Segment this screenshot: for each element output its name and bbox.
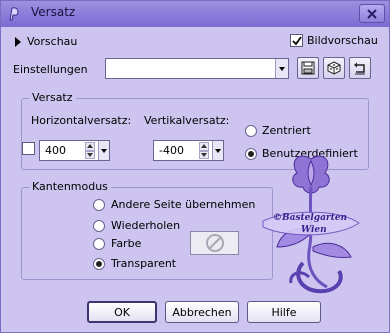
horizontal-offset-label: Horizontalversatz: <box>31 114 132 127</box>
save-preset-button[interactable] <box>297 57 319 79</box>
horizontal-offset-dropdown[interactable] <box>98 141 109 160</box>
image-preview-checkbox[interactable] <box>290 34 303 47</box>
settings-dropdown-button[interactable] <box>275 59 288 78</box>
title-bar[interactable]: Versatz <box>1 1 389 27</box>
vertical-offset-stepper[interactable]: -400 <box>153 140 224 161</box>
vertical-spin-buttons[interactable] <box>199 142 209 159</box>
reset-arrow-icon <box>354 62 365 75</box>
app-icon <box>9 7 19 21</box>
settings-label: Einstellungen <box>13 63 88 76</box>
radio-centered-label: Zentriert <box>262 124 311 137</box>
horizontal-offset-stepper[interactable]: 400 <box>39 140 110 161</box>
radio-edge-wrap-button[interactable] <box>93 198 105 211</box>
radio-edge-transparent[interactable]: Transparent <box>93 257 176 270</box>
settings-dropdown[interactable] <box>105 58 289 79</box>
preview-label: Vorschau <box>27 35 78 48</box>
radio-edge-color-button[interactable] <box>93 237 105 250</box>
image-preview-label: Bildvorschau <box>307 34 378 47</box>
vertical-offset-label: Vertikalversatz: <box>144 114 230 127</box>
edge-color-swatch[interactable] <box>190 231 239 255</box>
radio-centered[interactable]: Zentriert <box>245 124 311 137</box>
reset-button[interactable] <box>349 57 371 79</box>
checkmark-icon <box>291 35 302 45</box>
chevron-down-icon <box>101 148 107 153</box>
radio-edge-transparent-button[interactable] <box>93 257 105 270</box>
randomize-button[interactable] <box>323 57 345 79</box>
radio-edge-repeat-button[interactable] <box>93 219 105 232</box>
ok-button[interactable]: OK <box>87 301 157 323</box>
help-button[interactable]: Hilfe <box>247 301 321 323</box>
chevron-down-icon <box>215 148 221 153</box>
preview-toggle[interactable]: Vorschau <box>15 35 77 48</box>
dialog-window: Versatz Vorschau Bildvorschau Einstellun… <box>0 0 390 333</box>
radio-edge-transparent-label: Transparent <box>111 257 177 270</box>
image-preview-option[interactable]: Bildvorschau <box>290 34 378 47</box>
radio-edge-color[interactable]: Farbe <box>93 237 141 250</box>
watermark-line2: Wien <box>301 225 327 235</box>
vertical-offset-value: -400 <box>159 144 184 157</box>
cancel-button[interactable]: Abbrechen <box>165 301 239 323</box>
radio-edge-color-label: Farbe <box>111 237 142 250</box>
no-color-icon <box>205 234 224 252</box>
dice-icon <box>327 61 341 75</box>
radio-edge-repeat[interactable]: Wiederholen <box>93 219 180 232</box>
vertical-offset-dropdown[interactable] <box>212 141 223 160</box>
watermark-line1: ©Bastelgarten <box>273 213 348 223</box>
radio-edge-wrap-label: Andere Seite übernehmen <box>111 198 256 211</box>
horizontal-spin-buttons[interactable] <box>85 142 95 159</box>
link-checkbox[interactable] <box>22 142 35 155</box>
expand-arrow-icon <box>15 36 21 47</box>
chevron-down-icon <box>279 66 285 71</box>
spin-up-icon[interactable] <box>199 142 209 151</box>
radio-centered-button[interactable] <box>245 124 257 137</box>
offset-group-title: Versatz <box>29 91 76 104</box>
floppy-disk-icon <box>301 61 315 75</box>
close-icon <box>367 8 377 19</box>
radio-edge-repeat-label: Wiederholen <box>111 219 181 232</box>
close-button[interactable] <box>359 4 385 23</box>
window-title: Versatz <box>31 5 76 19</box>
edge-mode-title: Kantenmodus <box>29 180 111 193</box>
radio-custom-button[interactable] <box>245 147 257 160</box>
horizontal-offset-value: 400 <box>45 144 66 157</box>
spin-down-icon[interactable] <box>199 150 209 159</box>
spin-down-icon[interactable] <box>85 150 95 159</box>
spin-up-icon[interactable] <box>85 142 95 151</box>
radio-edge-wrap[interactable]: Andere Seite übernehmen <box>93 198 255 211</box>
